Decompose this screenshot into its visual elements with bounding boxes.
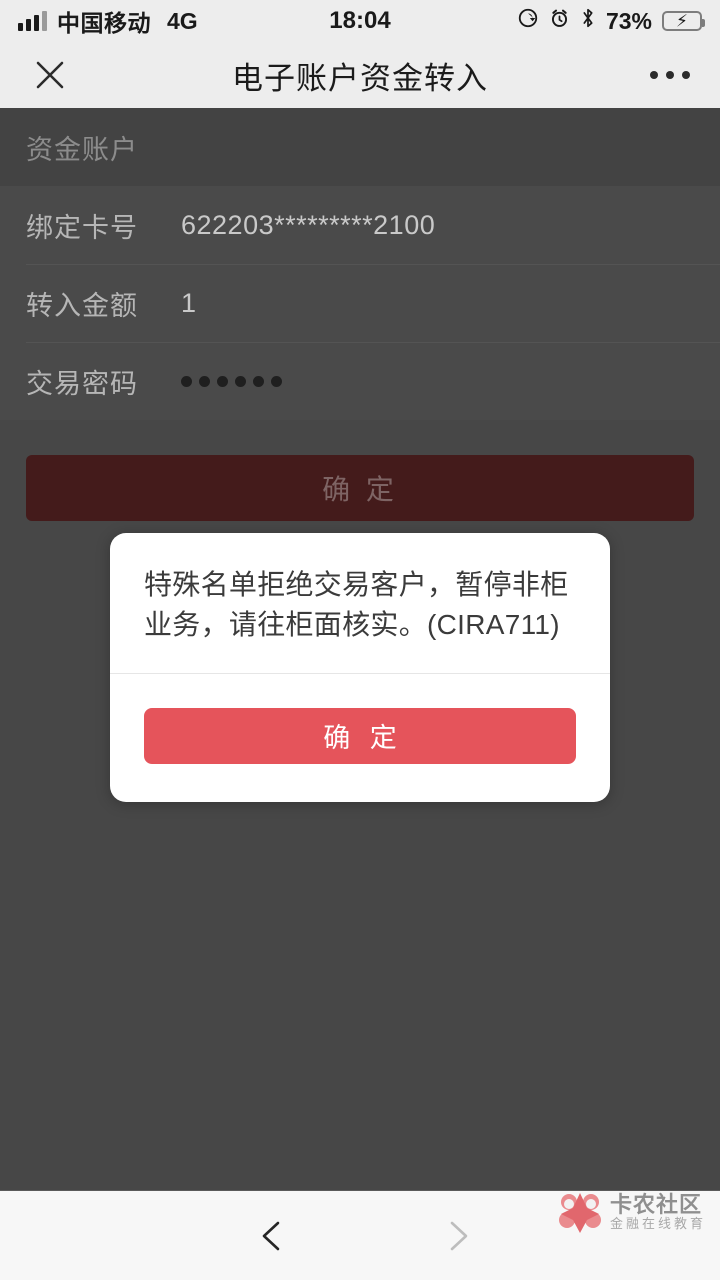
- watermark-text: 卡农社区 金融在线教育: [610, 1192, 706, 1232]
- alert-dialog-actions: 确 定: [110, 674, 610, 802]
- card-number-label: 绑定卡号: [26, 212, 138, 243]
- status-bar: 中国移动 4G 18:04 73% ⚡: [0, 0, 720, 42]
- rotation-lock-icon: [517, 7, 539, 35]
- alert-dialog-confirm-button[interactable]: 确 定: [144, 707, 576, 764]
- watermark-title: 卡农社区: [609, 1191, 702, 1217]
- more-options-icon[interactable]: [650, 71, 690, 79]
- navigation-bar: 电子账户资金转入: [0, 42, 720, 108]
- battery-charging-icon: ⚡: [662, 11, 705, 31]
- form-row-card-number[interactable]: 绑定卡号 622203*********2100: [0, 186, 720, 264]
- section-header-label: 资金账户: [26, 134, 138, 165]
- forward-chevron-icon: [441, 1219, 475, 1253]
- password-masked-value[interactable]: [181, 375, 282, 387]
- watermark: 卡农社区 金融在线教育: [558, 1190, 706, 1234]
- network-type-label: 4G: [167, 7, 198, 34]
- password-label: 交易密码: [26, 368, 138, 399]
- watermark-logo-icon: [558, 1190, 602, 1234]
- browser-bottom-bar: 卡农社区 金融在线教育: [0, 1190, 720, 1280]
- amount-label: 转入金额: [26, 290, 138, 321]
- status-bar-right: 73% ⚡: [517, 7, 705, 35]
- transfer-form: 绑定卡号 622203*********2100 转入金额 1 交易密码: [0, 186, 720, 420]
- submit-button-area: 确 定: [0, 420, 720, 521]
- alert-dialog: 特殊名单拒绝交易客户，暂停非柜业务，请往柜面核实。(CIRA711) 确 定: [110, 533, 610, 802]
- submit-button[interactable]: 确 定: [26, 455, 694, 521]
- bluetooth-icon: [580, 7, 596, 35]
- amount-input[interactable]: 1: [181, 288, 197, 319]
- signal-bars-icon: [18, 11, 47, 31]
- back-chevron-icon[interactable]: [255, 1219, 289, 1253]
- form-row-password[interactable]: 交易密码: [0, 342, 720, 420]
- card-number-value: 622203*********2100: [181, 209, 436, 240]
- battery-percent-label: 73%: [605, 7, 652, 34]
- alert-dialog-message: 特殊名单拒绝交易客户，暂停非柜业务，请往柜面核实。(CIRA711): [144, 569, 569, 640]
- page-title: 电子账户资金转入: [232, 60, 488, 96]
- form-row-amount[interactable]: 转入金额 1: [0, 264, 720, 342]
- alarm-clock-icon: [549, 8, 570, 35]
- status-bar-left: 中国移动 4G: [18, 4, 198, 38]
- watermark-subtitle: 金融在线教育: [609, 1216, 706, 1232]
- section-header: 资金账户: [0, 108, 720, 186]
- carrier-label: 中国移动: [57, 10, 151, 36]
